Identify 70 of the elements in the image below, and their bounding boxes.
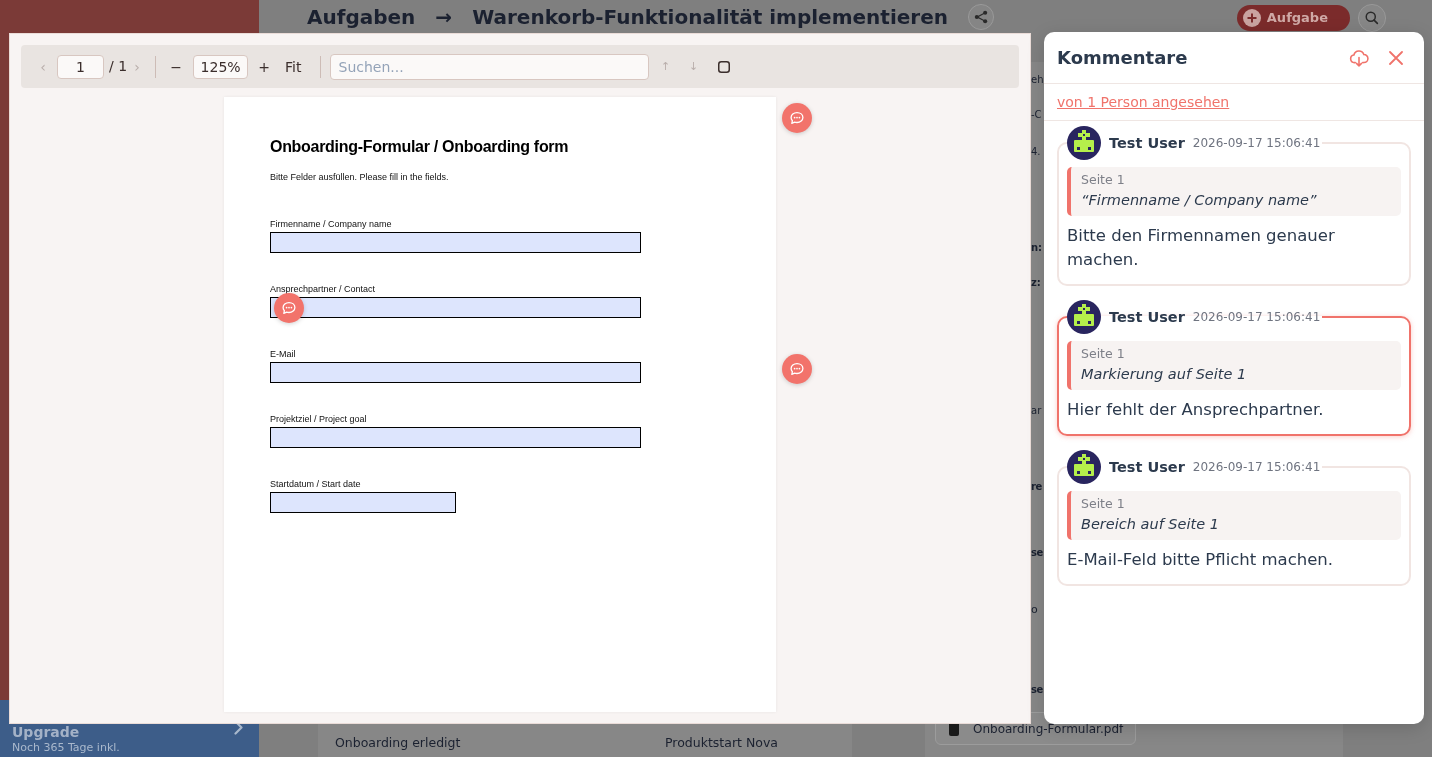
input-field[interactable]	[270, 232, 641, 253]
comment-card[interactable]: Test User 2026-09-17 15:06:41 Seite 1 “Firmenname / Company name” Bitte den Firmennamen genauer machen.	[1057, 126, 1411, 286]
close-icon[interactable]	[1389, 50, 1403, 65]
form-instructions: Bitte Felder ausfüllen. Please fill in the fields.	[270, 171, 450, 183]
upgrade-note: Noch 365 Tage inkl.	[12, 740, 121, 755]
detail-text: -C	[1031, 108, 1042, 122]
cloud-download-icon[interactable]	[1349, 47, 1369, 68]
robot-avatar-icon	[1067, 126, 1101, 160]
author-name: Test User	[1109, 309, 1185, 325]
field-label: Ansprechpartner / Contact	[270, 283, 377, 295]
comment-card[interactable]: Test User 2026-09-17 15:06:41 Seite 1 Markierung auf Seite 1 Hier fehlt der Ansprechpartner.	[1057, 300, 1411, 436]
page-count: / 1	[109, 57, 128, 76]
panel-title: Kommentare	[1057, 46, 1189, 70]
viewed-by-link[interactable]: von 1 Person angesehen	[1057, 91, 1230, 113]
robot-avatar-icon	[1067, 300, 1101, 334]
quoted-text: “Firmenname / Company name”	[1081, 191, 1318, 210]
speech-bubble-icon[interactable]	[782, 354, 812, 384]
plus-icon	[1242, 9, 1261, 27]
author-name: Test User	[1109, 135, 1185, 151]
detail-text: n:	[1031, 241, 1043, 255]
page-label: Seite 1	[1081, 171, 1126, 189]
search-field[interactable]: Suchen...	[329, 53, 649, 80]
field-label: Startdatum / Start date	[270, 478, 362, 490]
breadcrumb-link[interactable]: Aufgaben	[307, 5, 416, 29]
input-field[interactable]	[270, 297, 641, 318]
zoom-in-button[interactable]: +	[258, 56, 271, 77]
zoom-level-field[interactable]: 125%	[193, 54, 249, 79]
detail-text: eh	[1031, 73, 1044, 87]
square-icon[interactable]	[717, 60, 730, 73]
table-cell-text: Produktstart Nova	[665, 734, 778, 752]
comment-timestamp: 2026-09-17 15:06:41	[1192, 461, 1321, 473]
comment-card[interactable]: Test User 2026-09-17 15:06:41 Seite 1 Bereich auf Seite 1 E-Mail-Feld bitte Pflicht machen.	[1057, 450, 1411, 586]
page-label: Seite 1	[1081, 345, 1126, 363]
input-field[interactable]	[270, 362, 641, 383]
speech-bubble-icon[interactable]	[782, 103, 812, 133]
search-icon[interactable]	[1358, 4, 1386, 32]
zoom-out-button[interactable]: −	[170, 56, 183, 77]
comment-text: Hier fehlt der Ansprechpartner.	[1067, 399, 1325, 421]
page-label: Seite 1	[1081, 495, 1126, 513]
robot-avatar-icon	[1067, 450, 1101, 484]
comment-text: E-Mail-Feld bitte Pflicht machen.	[1067, 549, 1335, 571]
upgrade-title: Upgrade	[12, 724, 81, 740]
form-title: Onboarding-Formular / Onboarding form	[270, 137, 570, 157]
file-name: Onboarding-Formular.pdf	[973, 720, 1124, 738]
detail-text: 4.	[1031, 145, 1041, 159]
comment-timestamp: 2026-09-17 15:06:41	[1192, 137, 1321, 149]
author-name: Test User	[1109, 459, 1185, 475]
table-cell-text: Onboarding erledigt	[335, 734, 462, 752]
field-label: Firmenname / Company name	[270, 218, 393, 230]
task-title: Warenkorb-Funktionalität implementieren	[472, 5, 948, 29]
input-field[interactable]	[270, 427, 641, 448]
comment-timestamp: 2026-09-17 15:06:41	[1192, 311, 1321, 323]
detail-text: se	[1031, 683, 1043, 697]
comment-text: Bitte den Firmennamen genauer machen.	[1067, 225, 1336, 271]
detail-text: ar	[1031, 404, 1042, 418]
detail-text: se	[1031, 546, 1043, 560]
detail-text: o	[1031, 602, 1038, 618]
breadcrumb-separator: →	[435, 5, 453, 29]
field-label: Projektziel / Project goal	[270, 413, 368, 425]
input-field[interactable]	[270, 492, 456, 513]
share-icon[interactable]	[967, 4, 994, 30]
quoted-text: Bereich auf Seite 1	[1081, 515, 1220, 534]
speech-bubble-icon[interactable]	[274, 293, 304, 323]
field-label: E-Mail	[270, 348, 297, 360]
quoted-text: Markierung auf Seite 1	[1081, 365, 1248, 384]
page-number-field[interactable]: 1	[57, 54, 104, 79]
fit-button[interactable]: Fit	[285, 56, 302, 77]
detail-text: re	[1031, 480, 1042, 494]
detail-text: z:	[1031, 276, 1041, 290]
add-task-button[interactable]: Aufgabe	[1236, 5, 1350, 31]
